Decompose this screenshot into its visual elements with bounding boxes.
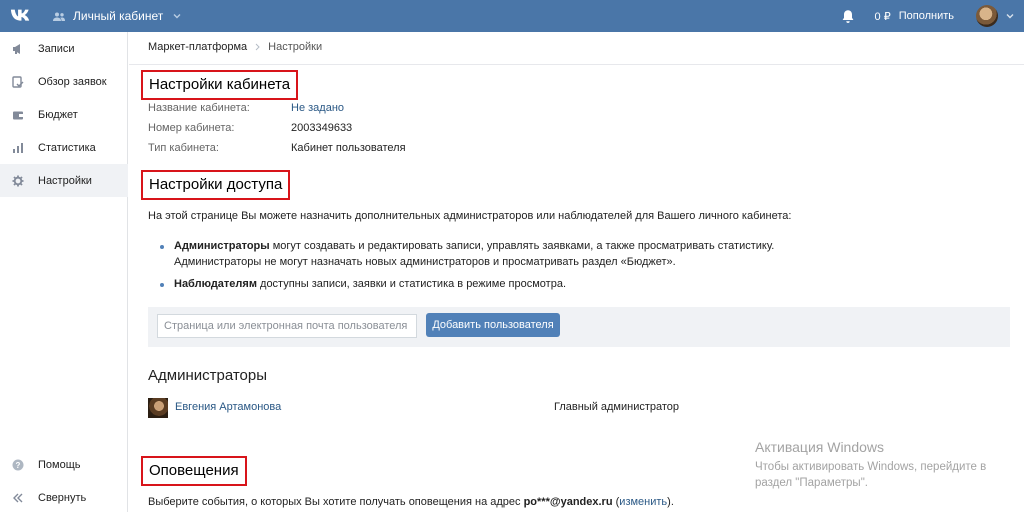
sidebar-item-statistics[interactable]: Статистика [0,131,128,164]
avatar[interactable] [976,5,998,27]
change-email-link[interactable]: изменить [619,496,667,508]
activation-line: Чтобы активировать Windows, перейдите в [755,461,987,473]
sidebar-item-label: Записи [38,42,75,55]
cabinet-switcher[interactable]: Личный кабинет [53,0,181,32]
sidebar-item-budget[interactable]: Бюджет [0,98,128,131]
user-search-input[interactable] [157,314,417,338]
sidebar: Записи Обзор заявок Бюджет Статистика На… [0,32,128,512]
wallet-icon [13,111,23,119]
people-icon [53,12,65,21]
bell-icon[interactable] [841,9,855,24]
chevron-right-icon [255,43,260,51]
top-right-controls: 0 ₽ Пополнить [841,0,1014,32]
add-user-bar: Добавить пользователя [148,307,1010,347]
breadcrumb-item: Настройки [268,41,323,53]
collapse-icon [13,493,23,502]
bullet-observers: Наблюдателям доступны записи, заявки и с… [174,276,566,292]
notify-text-part: ). [667,496,674,508]
windows-activation-watermark: Активация Windows Чтобы активировать Win… [755,439,986,491]
sidebar-item-label: Статистика [38,141,96,154]
list-item: Евгения Артамонова Главный администратор [148,396,1010,418]
admin-name-link[interactable]: Евгения Артамонова [175,401,281,413]
bullet-icon [160,245,164,249]
notify-email: ро***@yandex.ru [523,496,613,508]
activation-title: Активация Windows [755,439,885,455]
field-label: Номер кабинета: [148,122,235,134]
sidebar-item-records[interactable]: Записи [0,32,128,65]
checklist-icon [12,75,24,88]
cabinet-name-value[interactable]: Не задано [291,102,344,114]
administrators-title: Администраторы [148,367,268,384]
gear-icon [12,175,24,186]
chevron-down-icon[interactable] [1006,13,1014,19]
sidebar-item-label: Помощь [38,458,81,471]
sidebar-item-label: Обзор заявок [38,75,107,88]
breadcrumb-item[interactable]: Маркет-платформа [148,41,247,53]
top-bar: Личный кабинет 0 ₽ Пополнить [0,0,1024,32]
add-user-button[interactable]: Добавить пользователя [426,313,560,337]
bullet-text: доступны записи, заявки и статистика в р… [256,278,567,290]
topup-link[interactable]: Пополнить [899,10,954,22]
bar-chart-icon [13,142,23,153]
section-title-access: Настройки доступа [141,170,291,200]
sidebar-item-help[interactable]: ? Помощь [0,448,128,481]
bullet-bold: Администраторы [174,240,270,252]
notifications-text: Выберите события, о которых Вы хотите по… [148,496,674,508]
admin-role: Главный администратор [554,401,680,413]
bullet-text: могут создавать и редактировать записи, … [269,240,775,252]
field-label: Название кабинета: [148,102,250,114]
balance: 0 ₽ [874,10,891,23]
breadcrumb: Маркет-платформа Настройки [148,41,322,53]
chevron-down-icon [173,14,181,19]
bullet-icon [160,283,164,287]
bullet-bold: Наблюдателям [174,278,257,290]
section-title-cabinet: Настройки кабинета [141,70,299,100]
cabinet-label: Личный кабинет [73,9,164,23]
field-label: Тип кабинета: [148,142,219,154]
divider [129,64,1024,65]
sidebar-item-collapse[interactable]: Свернуть [0,481,128,514]
bullet-text: Администраторы не могут назначать новых … [174,256,676,268]
help-icon: ? [12,459,24,470]
megaphone-icon [13,43,20,54]
cabinet-number-value: 2003349633 [291,122,353,134]
avatar[interactable] [148,398,168,418]
sidebar-item-label: Свернуть [38,491,87,504]
svg-text:?: ? [16,461,21,470]
notify-text-part: Выберите события, о которых Вы хотите по… [148,496,524,508]
access-intro: На этой странице Вы можете назначить доп… [148,210,792,222]
sidebar-item-label: Настройки [38,174,92,187]
cabinet-type-value: Кабинет пользователя [291,142,406,154]
sidebar-item-requests[interactable]: Обзор заявок [0,65,128,98]
activation-line: раздел "Параметры". [755,477,868,489]
vk-logo-icon[interactable] [10,6,32,26]
section-title-notifications: Оповещения [141,456,247,486]
sidebar-item-label: Бюджет [38,108,78,121]
sidebar-item-settings[interactable]: Настройки [0,164,128,197]
bullet-administrators: Администраторы могут создавать и редакти… [174,238,774,270]
